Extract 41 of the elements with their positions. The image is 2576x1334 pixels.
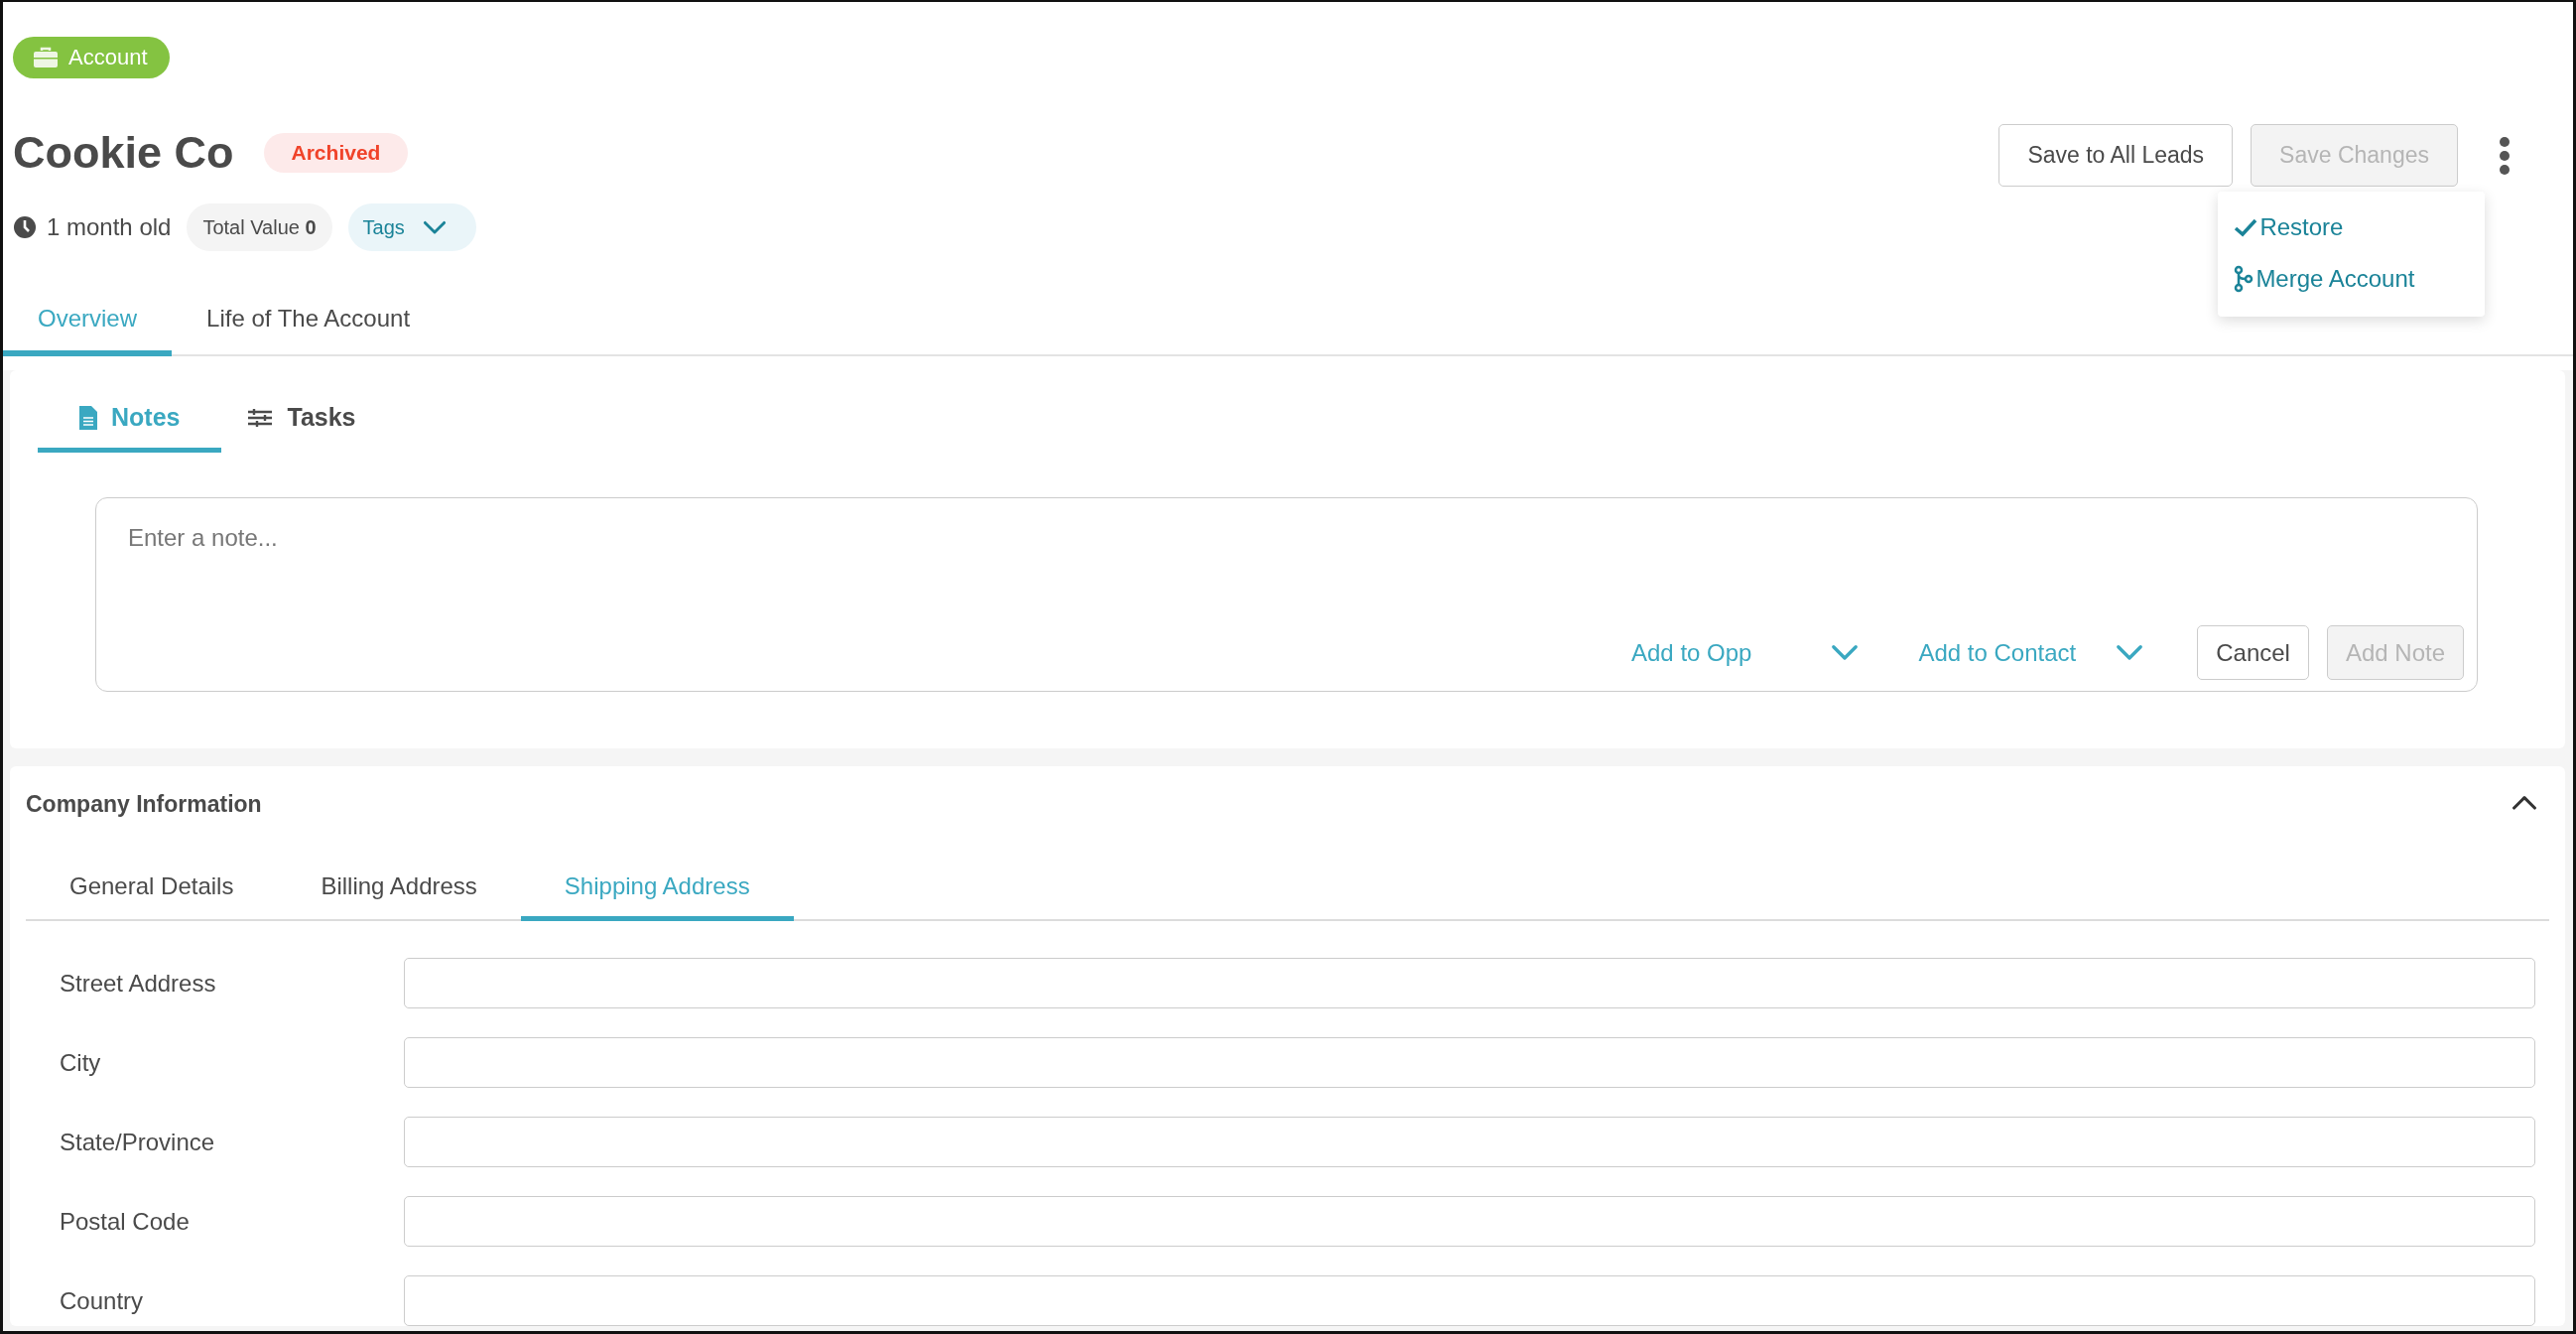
- link-dropdown[interactable]: Add to Opp: [1625, 637, 1866, 668]
- save-to-leads-button[interactable]: Save to All Leads: [1998, 124, 2234, 187]
- tags-dropdown[interactable]: Tags: [347, 203, 476, 251]
- briefcase-icon: [33, 47, 59, 68]
- text-input[interactable]: [404, 958, 2535, 1008]
- field-label: Street Address: [60, 969, 217, 998]
- chevron-down-icon: [422, 219, 447, 235]
- status-badge: Archived: [263, 133, 409, 173]
- field-label: City: [60, 1048, 102, 1077]
- clock-icon: [13, 215, 37, 239]
- text-input[interactable]: [404, 1275, 2535, 1326]
- menu-item[interactable]: Restore: [2218, 201, 2486, 253]
- address-tab[interactable]: Billing Address: [277, 859, 521, 921]
- text-input[interactable]: [404, 1117, 2535, 1167]
- document-icon: [79, 405, 97, 430]
- page-tab[interactable]: Overview: [3, 291, 173, 356]
- cancel-button[interactable]: Cancel: [2197, 625, 2309, 680]
- address-tab[interactable]: Shipping Address: [520, 859, 794, 921]
- field-label: State/Province: [60, 1128, 216, 1156]
- notes-tab[interactable]: Tasks: [247, 393, 398, 453]
- total-value-chip: Total Value 0: [187, 203, 332, 251]
- text-input[interactable]: [404, 1196, 2535, 1247]
- section-title: Company Information: [26, 791, 262, 818]
- address-tab[interactable]: General Details: [26, 859, 278, 921]
- record-title: Cookie Co: [13, 126, 234, 180]
- link-dropdown[interactable]: Add to Contact: [1912, 637, 2150, 668]
- page-tab[interactable]: Life of The Account: [172, 291, 446, 356]
- text-input[interactable]: [404, 1037, 2535, 1088]
- chevron-down-icon: [1831, 644, 1860, 661]
- checkmark-icon: [2234, 217, 2258, 237]
- record-type-badge: Account: [13, 37, 170, 78]
- chevron-down-icon: [2116, 644, 2144, 661]
- record-age: 1 month old: [47, 213, 172, 241]
- field-label: Country: [60, 1286, 145, 1315]
- sliders-icon: [247, 407, 274, 428]
- notes-tab[interactable]: Notes: [38, 393, 222, 453]
- chevron-up-icon[interactable]: [2512, 794, 2537, 811]
- merge-icon: [2234, 265, 2254, 293]
- more-options-icon[interactable]: [2498, 135, 2512, 176]
- field-label: Postal Code: [60, 1207, 191, 1236]
- menu-item[interactable]: Merge Account: [2218, 253, 2486, 305]
